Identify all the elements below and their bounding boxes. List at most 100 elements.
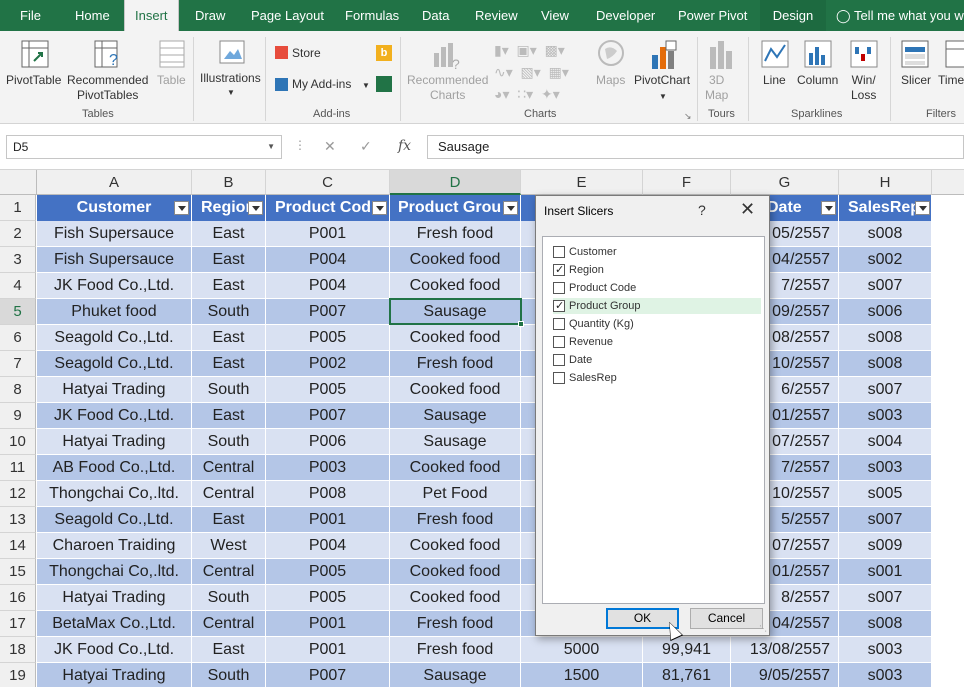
row-header[interactable]: 19: [0, 663, 36, 687]
table-cell-h[interactable]: s007: [839, 273, 932, 299]
table-cell-a[interactable]: Thongchai Co,.ltd.: [37, 481, 192, 507]
table-cell-h[interactable]: s008: [839, 325, 932, 351]
slicer-field-item[interactable]: Product Group: [553, 298, 761, 314]
row-header[interactable]: 17: [0, 611, 36, 637]
table-cell-c[interactable]: P001: [266, 507, 390, 533]
table-cell-b[interactable]: South: [192, 429, 266, 455]
row-header[interactable]: 18: [0, 637, 36, 663]
column-chart-icon[interactable]: ▮▾: [494, 42, 509, 58]
table-cell-h[interactable]: s001: [839, 559, 932, 585]
table-cell-b[interactable]: South: [192, 585, 266, 611]
table-cell-a[interactable]: Phuket food: [37, 299, 192, 325]
table-header-cell[interactable]: Product Cod: [266, 195, 390, 221]
table-cell-b[interactable]: Central: [192, 481, 266, 507]
select-all-corner[interactable]: [0, 170, 37, 195]
table-cell-c[interactable]: P001: [266, 637, 390, 663]
filter-dropdown-icon[interactable]: [821, 201, 836, 215]
dialog-launcher-icon[interactable]: ↘: [684, 109, 692, 124]
table-cell-a[interactable]: JK Food Co.,Ltd.: [37, 273, 192, 299]
table-button[interactable]: Table: [157, 73, 186, 88]
tab-developer[interactable]: Developer: [586, 0, 665, 31]
tab-page-layout[interactable]: Page Layout: [241, 0, 334, 31]
table-cell-a[interactable]: Hatyai Trading: [37, 429, 192, 455]
table-cell-a[interactable]: Hatyai Trading: [37, 663, 192, 687]
slicer-field-item[interactable]: Product Code: [553, 280, 761, 296]
table-cell-b[interactable]: Central: [192, 559, 266, 585]
table-cell-d[interactable]: Cooked food: [390, 559, 521, 585]
tab-formulas[interactable]: Formulas: [335, 0, 409, 31]
scatter-chart-icon[interactable]: ∷▾: [517, 86, 533, 102]
checkbox[interactable]: [553, 354, 565, 366]
table-cell-a[interactable]: Charoen Traiding: [37, 533, 192, 559]
table-header-cell[interactable]: SalesRep: [839, 195, 932, 221]
tab-home[interactable]: Home: [65, 0, 120, 31]
row-header[interactable]: 15: [0, 559, 36, 585]
table-cell-f[interactable]: 81,761: [643, 663, 731, 687]
tab-power-pivot[interactable]: Power Pivot: [668, 0, 757, 31]
hierarchy-chart-icon[interactable]: ▣▾: [517, 42, 537, 58]
table-cell-c[interactable]: P007: [266, 403, 390, 429]
table-cell-d[interactable]: Sausage: [390, 663, 521, 687]
chevron-down-icon[interactable]: ▼: [267, 136, 275, 158]
fill-handle[interactable]: [518, 321, 524, 327]
enter-icon[interactable]: ✓: [360, 138, 372, 155]
more-options-icon[interactable]: ⋮: [294, 138, 306, 152]
table-cell-b[interactable]: South: [192, 299, 266, 325]
table-cell-c[interactable]: P004: [266, 247, 390, 273]
table-cell-c[interactable]: P004: [266, 273, 390, 299]
table-cell-c[interactable]: P008: [266, 481, 390, 507]
table-cell-d[interactable]: Fresh food: [390, 221, 521, 247]
table-cell-a[interactable]: JK Food Co.,Ltd.: [37, 637, 192, 663]
table-cell-h[interactable]: s003: [839, 663, 932, 687]
people-graph-icon[interactable]: [376, 76, 392, 92]
table-cell-c[interactable]: P006: [266, 429, 390, 455]
row-header[interactable]: 6: [0, 325, 36, 351]
cancel-icon[interactable]: ✕: [324, 138, 336, 155]
table-cell-a[interactable]: Seagold Co.,Ltd.: [37, 325, 192, 351]
table-cell-d[interactable]: Cooked food: [390, 377, 521, 403]
filter-dropdown-icon[interactable]: [248, 201, 263, 215]
table-cell-a[interactable]: Seagold Co.,Ltd.: [37, 351, 192, 377]
slicer-field-item[interactable]: SalesRep: [553, 370, 761, 386]
row-header[interactable]: 11: [0, 455, 36, 481]
table-cell-h[interactable]: s003: [839, 637, 932, 663]
recommended-pivottables-button[interactable]: Recommended PivotTables: [67, 73, 148, 103]
table-cell-g[interactable]: 13/08/2557: [731, 637, 839, 663]
tab-view[interactable]: View: [531, 0, 579, 31]
row-header[interactable]: 10: [0, 429, 36, 455]
checkbox[interactable]: [553, 282, 565, 294]
table-cell-h[interactable]: s002: [839, 247, 932, 273]
slicer-button[interactable]: Slicer: [901, 73, 931, 88]
table-cell-d[interactable]: Pet Food: [390, 481, 521, 507]
table-cell-a[interactable]: Thongchai Co,.ltd.: [37, 559, 192, 585]
waterfall-chart-icon[interactable]: ▧▾: [521, 64, 541, 80]
slicer-field-item[interactable]: Revenue: [553, 334, 761, 350]
row-header[interactable]: 12: [0, 481, 36, 507]
row-header[interactable]: 5: [0, 299, 36, 325]
table-cell-c[interactable]: P005: [266, 325, 390, 351]
3d-map-button[interactable]: 3D Map: [705, 73, 728, 103]
table-header-cell[interactable]: Customer: [37, 195, 192, 221]
table-cell-c[interactable]: P004: [266, 533, 390, 559]
table-cell-c[interactable]: P005: [266, 377, 390, 403]
table-cell-g[interactable]: 9/05/2557: [731, 663, 839, 687]
tab-file[interactable]: File: [10, 0, 51, 31]
column-header-a[interactable]: A: [37, 170, 192, 195]
table-cell-b[interactable]: East: [192, 325, 266, 351]
statistic-chart-icon[interactable]: ▩▾: [545, 42, 565, 58]
bing-icon[interactable]: b: [376, 45, 392, 61]
table-cell-b[interactable]: West: [192, 533, 266, 559]
column-header-c[interactable]: C: [266, 170, 390, 195]
checkbox[interactable]: [553, 246, 565, 258]
table-cell-b[interactable]: Central: [192, 611, 266, 637]
table-cell-b[interactable]: East: [192, 507, 266, 533]
table-cell-a[interactable]: BetaMax Co.,Ltd.: [37, 611, 192, 637]
table-cell-a[interactable]: Fish Supersauce: [37, 221, 192, 247]
timeline-button[interactable]: Time: [938, 73, 964, 88]
table-cell-d[interactable]: Sausage: [390, 429, 521, 455]
table-cell-d[interactable]: Fresh food: [390, 507, 521, 533]
formula-input[interactable]: Sausage: [427, 135, 964, 159]
row-header[interactable]: 8: [0, 377, 36, 403]
table-cell-e[interactable]: 5000: [521, 637, 643, 663]
table-cell-b[interactable]: East: [192, 351, 266, 377]
